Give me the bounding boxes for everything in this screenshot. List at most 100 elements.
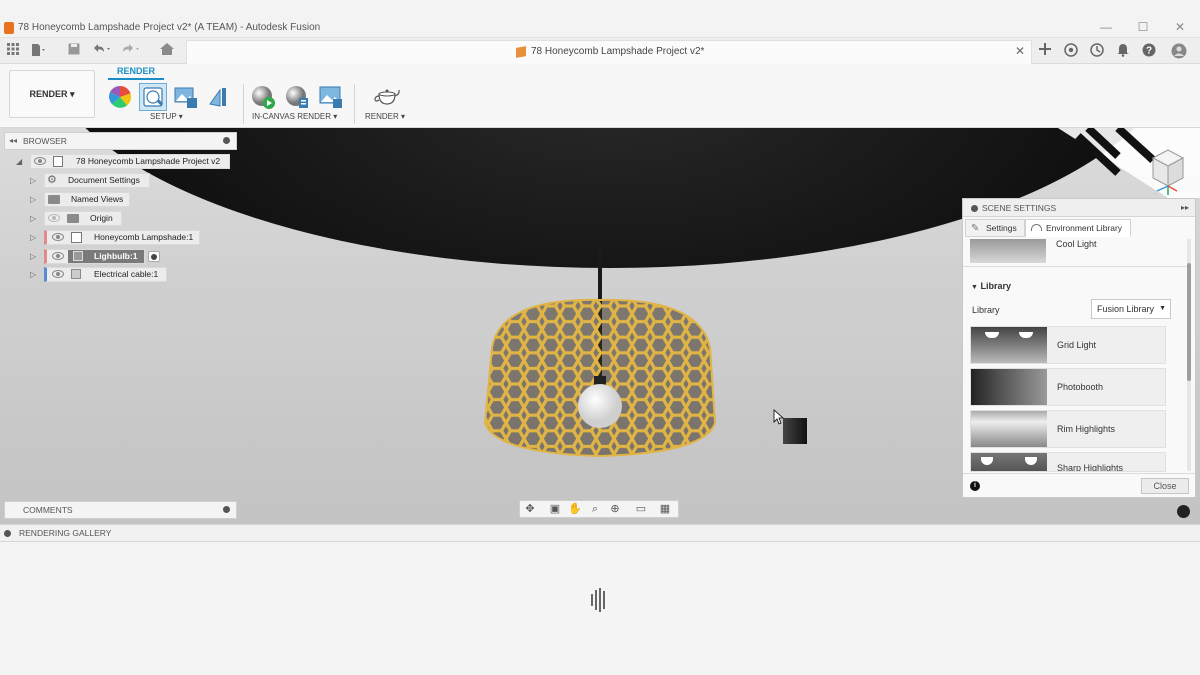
tree-row-document-settings[interactable]: ▷ ⚙ Document Settings bbox=[28, 173, 158, 188]
viewport-settings-icon[interactable] bbox=[1177, 505, 1190, 518]
rendering-gallery-header[interactable]: RENDERING GALLERY bbox=[0, 524, 1200, 542]
tree-row-origin[interactable]: ▷ Origin bbox=[28, 211, 128, 226]
divider bbox=[963, 266, 1189, 267]
expand-triangle-icon[interactable]: ▷ bbox=[30, 249, 36, 264]
pan-hand-icon[interactable]: ✋ bbox=[568, 503, 582, 516]
render-teapot-icon[interactable] bbox=[373, 84, 400, 110]
browser-panel-header[interactable]: ◂◂ BROWSER bbox=[4, 132, 237, 150]
collapse-triangle-icon[interactable]: ◢ bbox=[16, 154, 22, 169]
activate-radio-icon[interactable] bbox=[148, 251, 160, 262]
group-render[interactable]: RENDER ▾ bbox=[365, 112, 405, 121]
tree-label-origin: Origin bbox=[90, 213, 113, 223]
comments-panel-header[interactable]: COMMENTS bbox=[4, 501, 237, 519]
divider bbox=[963, 473, 1195, 474]
tree-label-electrical-cable: Electrical cable:1 bbox=[94, 269, 159, 279]
capture-image-icon[interactable] bbox=[318, 84, 344, 110]
expand-triangle-icon[interactable]: ▷ bbox=[30, 267, 36, 282]
scrollbar-thumb[interactable] bbox=[1187, 263, 1191, 381]
chevron-down-icon: ▼ bbox=[1159, 305, 1166, 312]
expand-triangle-icon[interactable]: ▷ bbox=[30, 211, 36, 226]
zoom-icon[interactable]: ⌕ bbox=[588, 503, 602, 516]
comments-add-icon[interactable] bbox=[223, 506, 230, 513]
redo-icon[interactable] bbox=[121, 43, 139, 59]
gallery-collapse-icon[interactable] bbox=[4, 530, 11, 537]
app-grid-icon[interactable] bbox=[5, 43, 21, 59]
info-icon[interactable]: i bbox=[970, 481, 980, 491]
collapse-left-icon[interactable]: ◂◂ bbox=[9, 133, 17, 149]
tab-environment-library[interactable]: Environment Library bbox=[1025, 219, 1131, 237]
decal-icon[interactable] bbox=[206, 84, 232, 110]
new-tab-icon[interactable] bbox=[1037, 43, 1053, 59]
grid-settings-icon[interactable]: ▦ bbox=[658, 503, 672, 516]
user-avatar-icon[interactable] bbox=[1171, 43, 1187, 59]
tree-row-electrical-cable[interactable]: ▷ Electrical cable:1 bbox=[28, 267, 178, 282]
tab-settings[interactable]: ✎ Settings bbox=[965, 219, 1025, 237]
display-settings-icon[interactable]: ▭ bbox=[634, 503, 648, 516]
library-section-title: Library bbox=[980, 281, 1011, 291]
library-select[interactable]: Fusion Library ▼ bbox=[1091, 299, 1171, 319]
group-setup[interactable]: SETUP ▾ bbox=[150, 112, 183, 121]
tree-row-honeycomb-lampshade[interactable]: ▷ Honeycomb Lampshade:1 bbox=[28, 230, 208, 245]
scene-settings-header[interactable]: SCENE SETTINGS ▸▸ bbox=[963, 199, 1195, 217]
folder-icon bbox=[67, 214, 79, 223]
job-status-icon[interactable] bbox=[1089, 43, 1105, 59]
expand-triangle-icon[interactable]: ▷ bbox=[30, 230, 36, 245]
tab-render[interactable]: RENDER bbox=[108, 66, 164, 76]
active-tab-underline bbox=[108, 78, 164, 80]
scene-settings-icon[interactable] bbox=[139, 83, 167, 111]
in-canvas-settings-icon[interactable] bbox=[284, 84, 310, 110]
env-list-item[interactable]: Photobooth bbox=[970, 368, 1166, 406]
undo-icon[interactable] bbox=[92, 43, 110, 59]
appearance-icon[interactable] bbox=[107, 84, 133, 110]
maximize-button[interactable]: ☐ bbox=[1133, 20, 1153, 34]
tree-row-lighbulb[interactable]: ▷ Lighbulb:1 bbox=[28, 249, 168, 264]
notifications-bell-icon[interactable] bbox=[1115, 43, 1131, 59]
quick-access-bar: 78 Honeycomb Lampshade Project v2* ✕ ? bbox=[0, 38, 1200, 64]
extensions-icon[interactable] bbox=[1063, 43, 1079, 59]
env-name: Rim Highlights bbox=[1057, 424, 1116, 434]
workspace-switcher-button[interactable]: RENDER ▾ bbox=[9, 70, 95, 118]
tree-label-honeycomb-lampshade: Honeycomb Lampshade:1 bbox=[94, 232, 194, 242]
scrollbar-track[interactable] bbox=[1187, 239, 1191, 471]
orbit-icon[interactable]: ✥ bbox=[523, 503, 537, 516]
section-collapse-icon: ▼ bbox=[971, 284, 978, 291]
group-in-canvas-render[interactable]: IN-CANVAS RENDER ▾ bbox=[252, 112, 337, 121]
close-window-button[interactable]: ✕ bbox=[1170, 20, 1190, 34]
close-tab-icon[interactable]: ✕ bbox=[1015, 44, 1025, 58]
in-canvas-render-icon[interactable] bbox=[250, 84, 276, 110]
viewcube-icon[interactable] bbox=[1058, 128, 1200, 198]
help-icon[interactable]: ? bbox=[1141, 43, 1157, 59]
scene-settings-panel: SCENE SETTINGS ▸▸ ✎ Settings Environment… bbox=[962, 198, 1196, 498]
fit-zoom-icon[interactable]: ⊕ bbox=[608, 503, 622, 516]
viewport-object-thumbnail bbox=[783, 418, 807, 444]
browser-pin-icon[interactable] bbox=[223, 137, 230, 144]
library-section-header[interactable]: ▼ Library bbox=[971, 281, 1011, 291]
visibility-eye-icon[interactable] bbox=[52, 233, 64, 241]
expand-triangle-icon[interactable]: ▷ bbox=[30, 192, 36, 207]
ribbon-separator bbox=[354, 84, 355, 124]
tree-row-root[interactable]: ◢ 78 Honeycomb Lampshade Project v2 bbox=[14, 154, 234, 169]
env-list-item[interactable]: Grid Light bbox=[970, 326, 1166, 364]
rendering-gallery-title: RENDERING GALLERY bbox=[19, 528, 112, 538]
save-icon[interactable] bbox=[66, 43, 82, 59]
scene-pin-icon[interactable] bbox=[971, 205, 978, 212]
lampshade-model[interactable] bbox=[470, 228, 730, 488]
document-tab[interactable]: 78 Honeycomb Lampshade Project v2* ✕ bbox=[186, 40, 1032, 64]
expand-panel-icon[interactable]: ▸▸ bbox=[1181, 199, 1189, 217]
hidden-eye-icon[interactable] bbox=[48, 214, 60, 222]
minimize-button[interactable]: — bbox=[1096, 20, 1116, 34]
visibility-eye-icon[interactable] bbox=[52, 252, 64, 260]
expand-triangle-icon[interactable]: ▷ bbox=[30, 173, 36, 188]
tree-row-named-views[interactable]: ▷ Named Views bbox=[28, 192, 138, 207]
file-icon[interactable] bbox=[31, 43, 47, 59]
current-environment[interactable]: Cool Light bbox=[970, 239, 1166, 263]
texture-map-icon[interactable] bbox=[173, 84, 199, 110]
env-list-item[interactable]: Rim Highlights bbox=[970, 410, 1166, 448]
look-at-icon[interactable]: ▣ bbox=[548, 503, 562, 516]
home-icon[interactable] bbox=[159, 43, 175, 59]
close-button[interactable]: Close bbox=[1141, 478, 1189, 494]
visibility-eye-icon[interactable] bbox=[52, 270, 64, 278]
env-list-item[interactable]: Sharp Highlights bbox=[970, 452, 1166, 472]
ribbon-toolbar: RENDER ▾ RENDER SETUP ▾ IN-CANVAS RENDER… bbox=[0, 64, 1200, 128]
visibility-eye-icon[interactable] bbox=[34, 157, 46, 165]
